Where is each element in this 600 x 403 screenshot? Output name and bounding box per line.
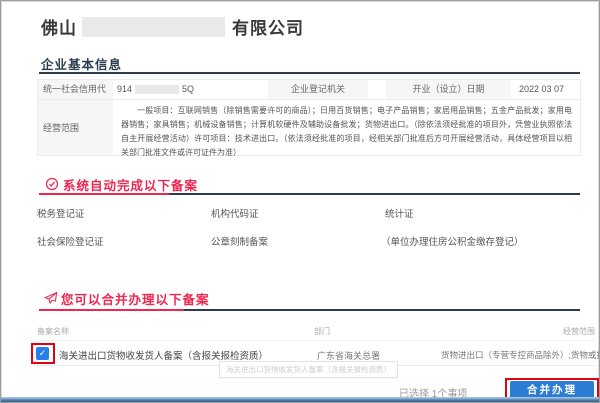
filing-item-official-seal: 公章刻制备案 — [211, 234, 268, 248]
registry-value-redacted — [368, 80, 386, 99]
business-scope-label: 经营范围 — [38, 100, 113, 155]
credit-code-label: 统一社会信用代码 — [38, 80, 113, 99]
filing-item-tax-cert: 税务登记证 — [37, 206, 85, 220]
redaction-box-credit-code — [135, 85, 179, 94]
column-header-scope: 经营范围 — [563, 326, 595, 337]
merge-section-rule — [184, 309, 580, 311]
page-title: 佛山 有限公司 — [41, 14, 304, 39]
redaction-box-company-name — [82, 17, 225, 37]
merge-section-title: 您可以合并办理以下备案 — [61, 289, 210, 308]
basic-info-table: 统一社会信用代码 914 5Q 企业登记机关 开业（设立）日期 2022 03 0… — [37, 79, 581, 156]
column-header-filing-name: 备案名称 — [37, 326, 69, 337]
credit-code-prefix: 914 — [117, 84, 132, 94]
auto-section-rule — [169, 193, 580, 195]
basic-info-row-2: 经营范围 一般项目：互联网销售（除销售需要许可的商品）；日用百货销售；电子产品销… — [38, 100, 580, 155]
customs-filing-checkbox[interactable]: ✓ — [36, 347, 49, 360]
credit-code-value: 914 5Q — [113, 80, 268, 99]
row-ghost-tooltip: 海关进出口货物收发货人备案（含报关报检资质） — [219, 361, 398, 378]
registry-label: 企业登记机关 — [268, 80, 368, 99]
column-header-department: 部门 — [314, 326, 330, 337]
company-name-suffix: 有限公司 — [232, 14, 304, 39]
check-circle-icon — [45, 177, 59, 191]
basic-info-divider — [39, 72, 580, 74]
auto-section-rule-red — [39, 193, 169, 195]
browser-window: 佛山 有限公司 企业基本信息 统一社会信用代码 914 5Q 企业登记机关 开业（… — [0, 0, 600, 403]
auto-section-title: 系统自动完成以下备案 — [63, 175, 198, 194]
window-bottom-edge — [1, 397, 599, 402]
paper-plane-icon — [44, 291, 58, 305]
table-row-scope: 货物进出口（专营专控商品除外）;货物或技术... — [441, 349, 599, 361]
filing-item-social-insurance-cert: 社会保险登记证 — [37, 234, 104, 248]
open-date-label: 开业（设立）日期 — [386, 80, 511, 99]
filing-item-statistics-cert: 统计证 — [385, 206, 414, 220]
business-scope-value: 一般项目：互联网销售（除销售需要许可的商品）；日用百货销售；电子产品销售；家居用… — [113, 100, 580, 155]
company-name-prefix: 佛山 — [41, 14, 77, 39]
filing-item-org-code-cert: 机构代码证 — [211, 206, 259, 220]
basic-info-heading: 企业基本信息 — [41, 54, 122, 73]
table-header-divider — [34, 340, 596, 341]
table-row-filing-name[interactable]: 海关进出口货物收发货人备案（含报关报检资质） — [59, 348, 268, 362]
basic-info-row-1: 统一社会信用代码 914 5Q 企业登记机关 开业（设立）日期 2022 03 0… — [38, 80, 580, 100]
open-date-value: 2022 03 07 — [511, 80, 580, 99]
merge-section-rule-red — [39, 309, 184, 311]
filing-item-housing-fund: （单位办理住房公积金缴存登记） — [381, 234, 524, 248]
credit-code-suffix: 5Q — [182, 84, 194, 94]
